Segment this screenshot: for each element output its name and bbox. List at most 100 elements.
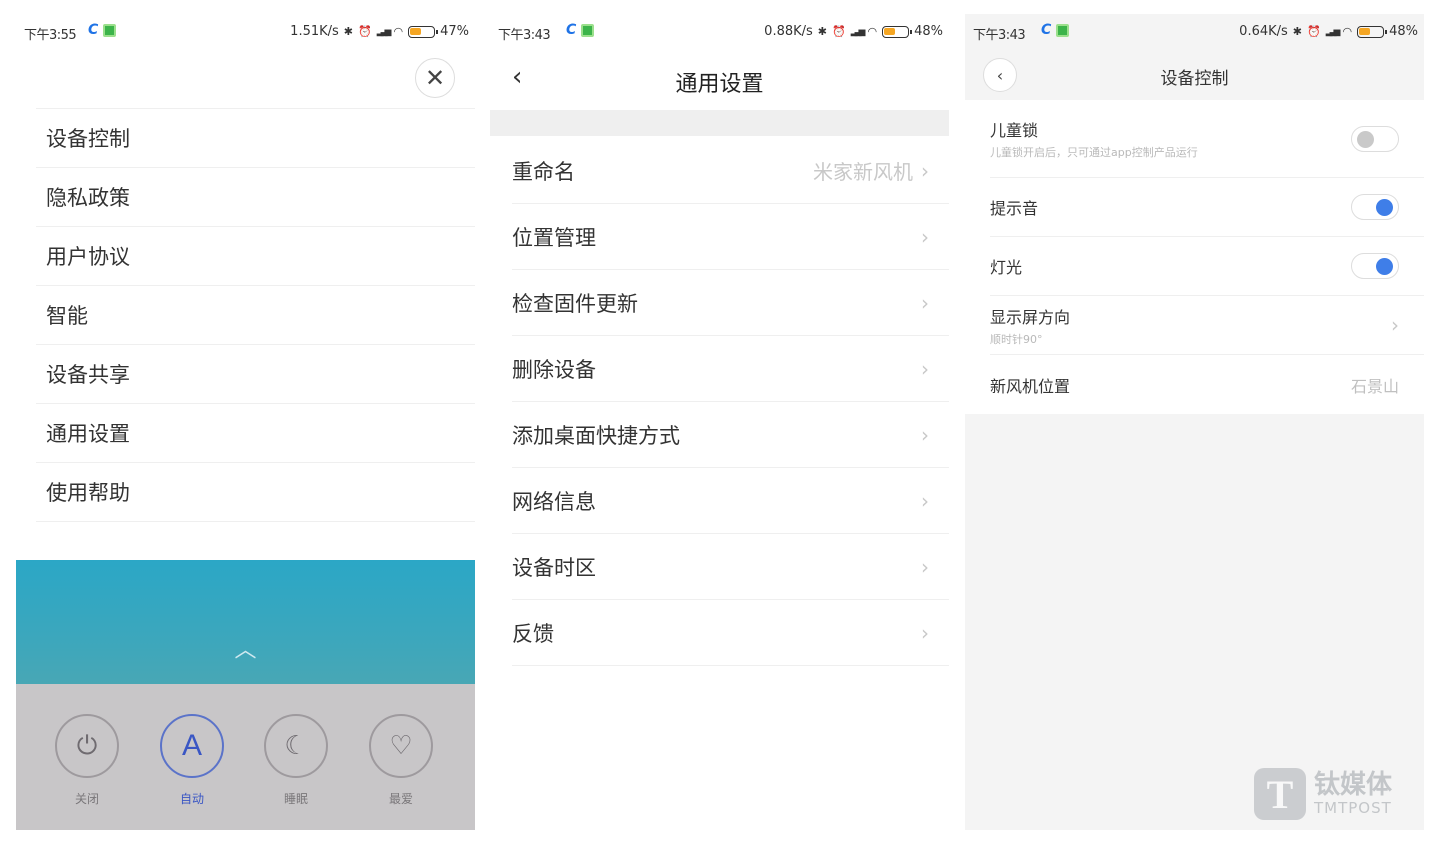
app-c-icon: C (1041, 22, 1052, 38)
heart-icon: ♡ (389, 731, 413, 761)
network-speed: 1.51K/s (290, 24, 339, 39)
status-bar: 下午3:43 C 0.64K/s ✱ ⏰ ▂▃▅ ◠ 48% (965, 14, 1424, 48)
chevron-right-icon: › (921, 554, 929, 579)
auto-icon: A (181, 729, 202, 762)
close-icon: ✕ (424, 64, 446, 92)
row-label: 儿童锁 (990, 121, 1039, 140)
network-speed: 0.64K/s (1239, 24, 1288, 39)
chevron-right-icon: › (921, 290, 929, 315)
close-button[interactable]: ✕ (415, 58, 455, 98)
screen-general-settings: 下午3:43 C 0.88K/s ✱ ⏰ ▂▃▅ ◠ 48% ‹ 通用设置 重命… (490, 14, 949, 830)
screen-device-control: 下午3:43 C 0.64K/s ✱ ⏰ ▂▃▅ ◠ 48% ‹ 设备控制 儿童… (965, 14, 1424, 830)
nav-bar: ‹ 设备控制 (965, 48, 1424, 100)
row-label: 灯光 (990, 258, 1023, 277)
app-c-icon: C (566, 22, 577, 38)
row-sublabel: 儿童锁开启后，只可通过app控制产品运行 (990, 146, 1198, 159)
control-row-sound: 提示音 (990, 178, 1424, 237)
page-title: 设备控制 (1160, 69, 1229, 89)
chevron-right-icon: › (921, 158, 929, 183)
row-label: 提示音 (990, 199, 1039, 218)
mode-label: 自动 (179, 792, 204, 806)
moon-icon: ☾ (284, 731, 308, 761)
alarm-icon: ⏰ (358, 25, 372, 38)
mode-auto-button[interactable]: A 自动 (160, 714, 224, 807)
menu-item-device-share[interactable]: 设备共享 (36, 345, 475, 404)
light-toggle[interactable] (1351, 253, 1399, 279)
menu-item-user-agreement[interactable]: 用户协议 (36, 227, 475, 286)
signal-icon: ▂▃▅ (850, 26, 866, 37)
status-bar: 下午3:43 C 0.88K/s ✱ ⏰ ▂▃▅ ◠ 48% (490, 14, 949, 48)
chevron-right-icon: › (921, 422, 929, 447)
section-divider (490, 110, 949, 136)
chevron-up-icon[interactable]: ︿ (234, 632, 256, 664)
device-status-panel: ︿ (16, 560, 475, 684)
bluetooth-icon: ✱ (1292, 25, 1303, 38)
sound-toggle[interactable] (1351, 194, 1399, 220)
settings-row-rename[interactable]: 重命名 米家新风机 › (512, 138, 949, 204)
bluetooth-icon: ✱ (817, 25, 828, 38)
chevron-right-icon: › (1391, 313, 1399, 337)
wifi-icon: ◠ (393, 25, 404, 38)
status-bar: 下午3:55 C 1.51K/s ✱ ⏰ ▂▃▅ ◠ 47% (16, 14, 475, 48)
mode-sleep-button[interactable]: ☾ 睡眠 (264, 714, 328, 807)
settings-row-timezone[interactable]: 设备时区 › (512, 534, 949, 600)
mode-label: 睡眠 (283, 792, 308, 806)
status-time: 下午3:55 (24, 28, 77, 43)
row-label: 反馈 (512, 621, 554, 646)
menu-list: 设备控制 隐私政策 用户协议 智能 设备共享 通用设置 使用帮助 (36, 108, 475, 522)
chevron-right-icon: › (921, 356, 929, 381)
settings-row-shortcut[interactable]: 添加桌面快捷方式 › (512, 402, 949, 468)
control-row-light: 灯光 (990, 237, 1424, 296)
control-list: 儿童锁 儿童锁开启后，只可通过app控制产品运行 提示音 灯光 显示屏方向 顺时… (965, 100, 1424, 414)
battery-percent: 48% (1389, 24, 1418, 39)
child-lock-toggle[interactable] (1351, 125, 1399, 152)
menu-item-help[interactable]: 使用帮助 (36, 463, 475, 522)
settings-row-delete[interactable]: 删除设备 › (512, 336, 949, 402)
control-row-location[interactable]: 新风机位置 石景山 (990, 355, 1424, 414)
settings-row-network[interactable]: 网络信息 › (512, 468, 949, 534)
alarm-icon: ⏰ (1307, 25, 1321, 38)
battery-icon (882, 25, 913, 38)
mode-label: 最爱 (388, 792, 413, 806)
watermark-en: TMTPOST (1313, 799, 1392, 817)
nav-bar: ‹ 通用设置 (490, 48, 949, 110)
row-label: 检查固件更新 (512, 291, 638, 316)
signal-icon: ▂▃▅ (1325, 26, 1341, 37)
control-row-child-lock: 儿童锁 儿童锁开启后，只可通过app控制产品运行 (990, 100, 1424, 178)
signal-icon: ▂▃▅ (376, 26, 392, 37)
app-notification-icon (581, 23, 595, 37)
row-value: 石景山 (1350, 376, 1399, 396)
status-time: 下午3:43 (498, 28, 551, 43)
row-label: 添加桌面快捷方式 (512, 423, 680, 448)
mode-favorite-button[interactable]: ♡ 最爱 (369, 714, 433, 807)
row-label: 重命名 (512, 159, 575, 184)
watermark-cn: 钛媒体 (1313, 770, 1392, 800)
settings-row-firmware[interactable]: 检查固件更新 › (512, 270, 949, 336)
page-title: 通用设置 (675, 72, 764, 97)
control-row-orientation[interactable]: 显示屏方向 顺时针90° › (990, 296, 1424, 355)
tmtpost-logo-icon: T (1253, 768, 1306, 820)
battery-icon (408, 25, 439, 38)
wifi-icon: ◠ (867, 25, 878, 38)
row-value: 米家新风机 (813, 160, 913, 184)
menu-item-privacy[interactable]: 隐私政策 (36, 168, 475, 227)
row-label: 删除设备 (512, 357, 596, 382)
bluetooth-icon: ✱ (343, 25, 354, 38)
alarm-icon: ⏰ (832, 25, 846, 38)
screen-menu: 下午3:55 C 1.51K/s ✱ ⏰ ▂▃▅ ◠ 47% ✕ 设备控制 隐私… (16, 14, 475, 830)
settings-row-location[interactable]: 位置管理 › (512, 204, 949, 270)
menu-item-device-control[interactable]: 设备控制 (36, 109, 475, 168)
power-icon: ⏻ (76, 730, 98, 761)
settings-row-feedback[interactable]: 反馈 › (512, 600, 949, 666)
mode-off-button[interactable]: ⏻ 关闭 (55, 714, 119, 807)
chevron-right-icon: › (921, 620, 929, 645)
network-speed: 0.88K/s (764, 24, 813, 39)
tmtpost-watermark: T 钛媒体 TMTPOST (1253, 768, 1392, 820)
battery-percent: 47% (440, 24, 469, 39)
battery-icon (1357, 25, 1388, 38)
menu-item-smart[interactable]: 智能 (36, 286, 475, 345)
wifi-icon: ◠ (1342, 25, 1353, 38)
menu-item-general-settings[interactable]: 通用设置 (36, 404, 475, 463)
settings-list: 重命名 米家新风机 › 位置管理 › 检查固件更新 › 删除设备 › 添加桌面快捷… (512, 138, 949, 666)
chevron-right-icon: › (921, 488, 929, 513)
